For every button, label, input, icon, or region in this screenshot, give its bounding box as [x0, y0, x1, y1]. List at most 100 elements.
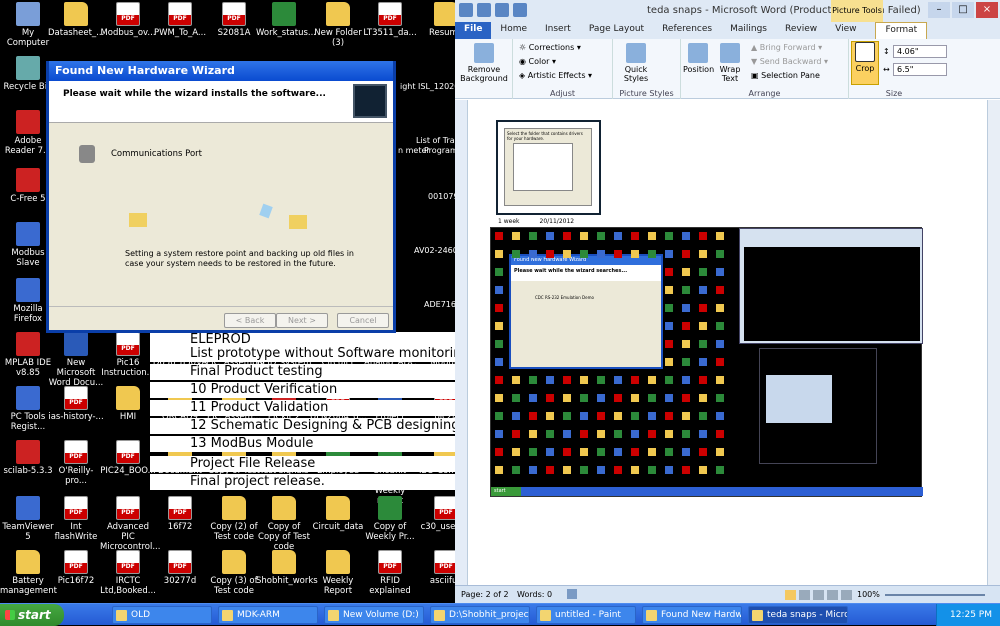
tab-home[interactable]: Home: [491, 22, 536, 39]
desktop-icon[interactable]: Copy of Weekly Pr...: [362, 496, 418, 542]
web-layout-view-icon[interactable]: [813, 590, 824, 600]
desktop-icon[interactable]: RFID explained: [362, 550, 418, 596]
desktop-icon[interactable]: New Microsoft Word Docu...: [48, 332, 104, 388]
crop-button[interactable]: Crop: [851, 41, 879, 85]
undo-icon[interactable]: [495, 3, 509, 17]
minimize-button[interactable]: –: [928, 2, 950, 18]
tab-insert[interactable]: Insert: [536, 22, 580, 39]
pasted-screenshot-1[interactable]: Select the folder that contains drivers …: [496, 120, 601, 225]
desktop-icon[interactable]: Pic16f72: [48, 550, 104, 586]
desktop-icon[interactable]: Resume: [418, 2, 455, 38]
quick-styles-button[interactable]: Quick Styles: [619, 43, 653, 83]
desktop-icon[interactable]: LT3511_da...: [362, 2, 418, 38]
zoom-level[interactable]: 100%: [857, 590, 880, 599]
desktop-icon[interactable]: 30277d: [152, 550, 208, 586]
desktop-icon[interactable]: S2081A: [206, 2, 262, 38]
maximize-button[interactable]: □: [952, 2, 974, 18]
desktop-icon[interactable]: PWM_To_A...: [152, 2, 208, 38]
document-area[interactable]: Select the folder that contains drivers …: [468, 100, 987, 585]
desktop-icon[interactable]: PIC24_BOO...: [100, 440, 156, 476]
wizard-title-bar[interactable]: Found New Hardware Wizard: [49, 61, 393, 81]
tab-format[interactable]: Format: [875, 22, 928, 39]
proofing-icon[interactable]: [567, 589, 577, 599]
bring-forward-button[interactable]: ▲ Bring Forward ▾: [751, 43, 822, 52]
close-button[interactable]: ×: [976, 2, 998, 18]
file-001079-label[interactable]: 001079...: [428, 192, 455, 201]
ight-label[interactable]: ight: [400, 82, 416, 91]
corrections-button[interactable]: ☼ Corrections ▾: [519, 43, 581, 52]
ade-label[interactable]: ADE716...: [424, 300, 455, 309]
shape-height-input[interactable]: 4.06": [893, 45, 947, 58]
taskbar-button[interactable]: Found New Hardwa...: [642, 606, 742, 624]
desktop-icon[interactable]: Weekly Report: [310, 550, 366, 596]
tab-file[interactable]: File: [455, 22, 492, 39]
word-title-bar[interactable]: teda snaps - Microsoft Word (Product Act…: [455, 0, 1000, 22]
print-layout-view-icon[interactable]: [785, 590, 796, 600]
desktop-icon[interactable]: Advanced PIC Microcontrol...: [100, 496, 160, 552]
send-backward-button[interactable]: ▼ Send Backward ▾: [751, 57, 828, 66]
tab-view[interactable]: View: [826, 22, 865, 39]
full-screen-view-icon[interactable]: [799, 590, 810, 600]
av02-label[interactable]: AV02-2460: [414, 246, 455, 255]
desktop-icon[interactable]: IRCTC Ltd,Booked...: [100, 550, 156, 596]
color-button[interactable]: ◉ Color ▾: [519, 57, 556, 66]
zoom-slider[interactable]: [885, 594, 985, 596]
desktop-icon[interactable]: ias-history-...: [48, 386, 104, 422]
draft-view-icon[interactable]: [841, 590, 852, 600]
position-button[interactable]: Position: [683, 43, 714, 74]
thumbnail-desktop-icon: [495, 394, 503, 402]
desktop-icon[interactable]: Copy of Copy of Test code: [256, 496, 312, 552]
thumbnail-desktop-icon: [648, 430, 656, 438]
desktop-icon[interactable]: Datasheet_...: [48, 2, 104, 38]
taskbar-button[interactable]: untitled - Paint: [536, 606, 636, 624]
isl-label[interactable]: ISL_12020: [418, 82, 455, 91]
desktop-icon[interactable]: c30_users...: [418, 496, 455, 532]
background-document-line: 12 Schematic Designing & PCB designing.: [150, 418, 455, 434]
desktop-icon[interactable]: Circuit_data: [310, 496, 366, 532]
taskbar-button[interactable]: D:\Shobhit_project_...: [430, 606, 530, 624]
save-icon[interactable]: [477, 3, 491, 17]
desktop-icon[interactable]: Work_status...: [256, 2, 316, 38]
program-label[interactable]: Program: [424, 146, 455, 155]
desktop-icon[interactable]: HMI: [100, 386, 156, 422]
list-of-trai-label[interactable]: List of Trai...: [416, 136, 455, 145]
word-count[interactable]: Words: 0: [517, 590, 552, 599]
tab-review[interactable]: Review: [776, 22, 826, 39]
taskbar-button[interactable]: OLD: [112, 606, 212, 624]
desktop-icon[interactable]: Copy (3) of Test code: [206, 550, 262, 596]
taskbar-button[interactable]: teda snaps - Micros...: [748, 606, 848, 624]
tab-mailings[interactable]: Mailings: [721, 22, 776, 39]
tab-references[interactable]: References: [653, 22, 721, 39]
back-button[interactable]: < Back: [224, 313, 276, 328]
next-button[interactable]: Next >: [276, 313, 328, 328]
word-app-icon[interactable]: [459, 3, 473, 17]
pasted-screenshot-2[interactable]: Found New Hardware Wizard Please wait wh…: [490, 227, 923, 497]
desktop-icon[interactable]: New Folder (3): [310, 2, 366, 48]
tab-page-layout[interactable]: Page Layout: [580, 22, 653, 39]
desktop-icon[interactable]: 16f72: [152, 496, 208, 532]
start-button[interactable]: start: [0, 604, 64, 626]
desktop-icon[interactable]: asciifull: [418, 550, 455, 586]
artistic-effects-button[interactable]: ◈ Artistic Effects ▾: [519, 71, 592, 80]
selection-pane-button[interactable]: ▣ Selection Pane: [751, 71, 820, 80]
remove-background-button[interactable]: Remove Background: [459, 43, 509, 83]
wrap-text-button[interactable]: Wrap Text: [715, 43, 745, 83]
taskbar-button[interactable]: New Volume (D:): [324, 606, 424, 624]
browse-folder-dialog-thumbnail: Select the folder that contains drivers …: [504, 128, 592, 206]
desktop-icon[interactable]: O'Reilly-pro...: [48, 440, 104, 486]
thumbnail-desktop-icon: [512, 376, 520, 384]
desktop-icon[interactable]: Copy (2) of Test code: [206, 496, 262, 542]
taskbar-button[interactable]: MDK-ARM: [218, 606, 318, 624]
desktop-icon[interactable]: Pic16 Instruction...: [100, 332, 156, 378]
outline-view-icon[interactable]: [827, 590, 838, 600]
clock[interactable]: 12:25 PM: [950, 610, 992, 620]
thumbnail-desktop-icon: [716, 358, 724, 366]
desktop-icon[interactable]: Int flashWrite: [48, 496, 104, 542]
vertical-scrollbar[interactable]: [987, 100, 1000, 585]
desktop-icon[interactable]: Shobhit_works: [256, 550, 318, 586]
page-count[interactable]: Page: 2 of 2: [461, 590, 509, 599]
desktop-icon[interactable]: Modbus_ov...: [100, 2, 156, 38]
redo-icon[interactable]: [513, 3, 527, 17]
shape-width-input[interactable]: 6.5": [893, 63, 947, 76]
cancel-button[interactable]: Cancel: [337, 313, 389, 328]
